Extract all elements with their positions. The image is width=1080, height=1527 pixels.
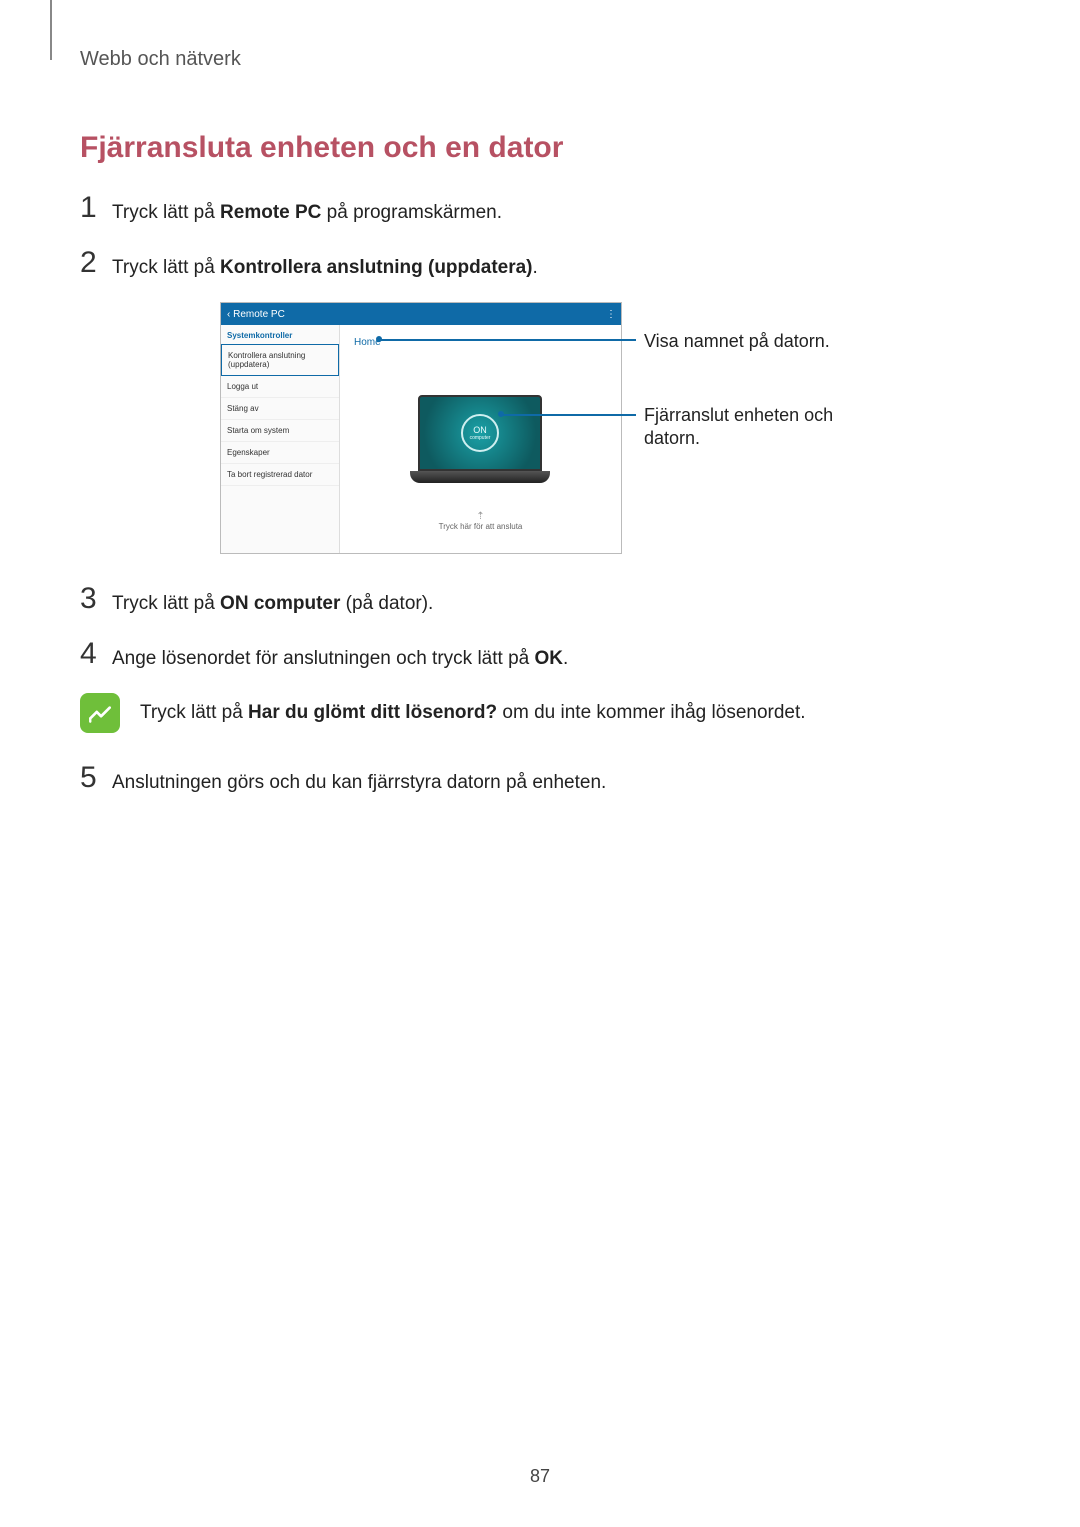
sidebar-item: Kontrollera anslutning (uppdatera) bbox=[221, 344, 339, 376]
step-text: Tryck lätt på Remote PC på programskärme… bbox=[112, 193, 502, 228]
text: Tryck lätt på bbox=[112, 202, 220, 223]
sidebar-item: Starta om system bbox=[221, 420, 339, 442]
sidebar-item: Egenskaper bbox=[221, 442, 339, 464]
step-3: 3 Tryck lätt på ON computer (på dator). bbox=[80, 584, 1000, 619]
figure-container: Remote PC ⋮ Systemkontroller Kontrollera… bbox=[60, 302, 1000, 554]
step-number: 4 bbox=[80, 639, 112, 669]
callout-dot bbox=[376, 336, 382, 342]
page-edge-marker bbox=[50, 0, 52, 60]
section-title: Fjärransluta enheten och en dator bbox=[80, 131, 1000, 165]
step-text: Tryck lätt på ON computer (på dator). bbox=[112, 584, 433, 619]
sidebar-item: Logga ut bbox=[221, 376, 339, 398]
text: om du inte kommer ihåg lösenordet. bbox=[497, 702, 805, 723]
text: Tryck lätt på bbox=[112, 257, 220, 278]
back-button: Remote PC bbox=[227, 309, 285, 320]
on-badge: ON computer bbox=[461, 414, 499, 452]
breadcrumb: Webb och nätverk bbox=[80, 48, 1000, 71]
step-4: 4 Ange lösenordet för anslutningen och t… bbox=[80, 639, 1000, 674]
bold: Kontrollera anslutning (uppdatera) bbox=[220, 257, 532, 278]
callout-line bbox=[500, 414, 636, 416]
bold: Remote PC bbox=[220, 202, 321, 223]
note-text: Tryck lätt på Har du glömt ditt lösenord… bbox=[140, 693, 806, 728]
callout-bottom: Fjärranslut enheten och datorn. bbox=[644, 404, 844, 451]
bold: Har du glömt ditt lösenord? bbox=[248, 702, 497, 723]
callout-line bbox=[378, 339, 636, 341]
tap-hint-text: Tryck här för att ansluta bbox=[439, 522, 523, 531]
main-panel: Home ON computer ⇡ bbox=[340, 325, 621, 553]
menu-icon: ⋮ bbox=[606, 309, 615, 320]
step-2: 2 Tryck lätt på Kontrollera anslutning (… bbox=[80, 248, 1000, 283]
step-1: 1 Tryck lätt på Remote PC på programskär… bbox=[80, 193, 1000, 228]
app-header: Remote PC ⋮ bbox=[221, 303, 621, 325]
step-text: Tryck lätt på Kontrollera anslutning (up… bbox=[112, 248, 538, 283]
up-arrow-icon: ⇡ bbox=[340, 512, 621, 522]
step-5: 5 Anslutningen görs och du kan fjärrstyr… bbox=[80, 763, 1000, 798]
text: Tryck lätt på bbox=[112, 593, 220, 614]
step-number: 1 bbox=[80, 193, 112, 223]
on-sub: computer bbox=[470, 436, 491, 441]
text: . bbox=[533, 257, 538, 278]
step-number: 3 bbox=[80, 584, 112, 614]
note: Tryck lätt på Har du glömt ditt lösenord… bbox=[80, 693, 1000, 733]
tap-hint: ⇡ Tryck här för att ansluta bbox=[340, 512, 621, 531]
laptop-illustration: ON computer bbox=[410, 395, 550, 483]
step-text: Anslutningen görs och du kan fjärrstyra … bbox=[112, 763, 606, 798]
text: (på dator). bbox=[340, 593, 433, 614]
text: Tryck lätt på bbox=[140, 702, 248, 723]
sidebar-item: Stäng av bbox=[221, 398, 339, 420]
callout-dot bbox=[498, 411, 504, 417]
step-text: Ange lösenordet för anslutningen och try… bbox=[112, 639, 568, 674]
bold: OK bbox=[534, 648, 563, 669]
sidebar-item: Ta bort registrerad dator bbox=[221, 464, 339, 486]
note-icon bbox=[80, 693, 120, 733]
callout-top: Visa namnet på datorn. bbox=[644, 330, 844, 353]
step-number: 2 bbox=[80, 248, 112, 278]
page-number: 87 bbox=[0, 1466, 1080, 1487]
bold: ON computer bbox=[220, 593, 340, 614]
text: Ange lösenordet för anslutningen och try… bbox=[112, 648, 534, 669]
text: . bbox=[563, 648, 568, 669]
text: på programskärmen. bbox=[321, 202, 502, 223]
sidebar-header: Systemkontroller bbox=[221, 325, 339, 344]
step-number: 5 bbox=[80, 763, 112, 793]
sidebar: Systemkontroller Kontrollera anslutning … bbox=[221, 325, 340, 553]
on-label: ON bbox=[473, 426, 487, 435]
